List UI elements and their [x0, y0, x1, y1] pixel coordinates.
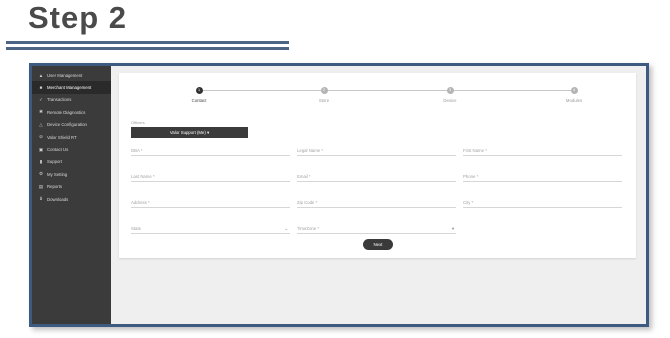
sidebar-item-label: My Setting [47, 171, 68, 177]
sidebar-item-remote-diagnostics[interactable]: ✱ Remote Diagnostics [32, 106, 111, 118]
sidebar-item-reports[interactable]: ▤ Reports [32, 181, 111, 193]
title-underline-top [6, 41, 289, 44]
step-label: Modules [565, 98, 583, 103]
last-name-field[interactable]: Last Name * [131, 173, 290, 182]
step-number: 4 [570, 87, 578, 94]
city-field[interactable]: City * [463, 199, 622, 208]
stepper: 1 Contact 2 Store 3 Device 4 Modules [119, 87, 636, 111]
sidebar: ▲ User Management ■ Merchant Management … [32, 66, 111, 324]
sidebar-item-label: Transactions [47, 97, 72, 103]
step-label: Contact [191, 98, 207, 103]
download-icon: ⬇ [39, 196, 43, 202]
chevron-down-icon: ⌄ [284, 226, 288, 231]
zip-code-field[interactable]: Zip Code * [297, 199, 456, 208]
legal-name-placeholder: Legal Name * [297, 148, 324, 153]
device-icon: △ [39, 121, 43, 127]
merchant-form-card: 1 Contact 2 Store 3 Device 4 Modules Off… [119, 73, 636, 258]
step-label: Device [443, 98, 457, 103]
sidebar-item-contact-us[interactable]: ▣ Contact Us [32, 143, 111, 155]
main-content: 1 Contact 2 Store 3 Device 4 Modules Off… [111, 66, 646, 324]
phone-field[interactable]: Phone * [463, 173, 622, 182]
title-underline-bottom [6, 47, 289, 50]
step-number: 2 [320, 87, 328, 94]
step-contact[interactable]: 1 Contact [169, 87, 229, 103]
support-icon: ▮ [39, 158, 43, 164]
step-modules[interactable]: 4 Modules [544, 87, 604, 103]
slide-title: Step 2 [28, 0, 128, 35]
sidebar-item-label: Merchant Management [47, 85, 92, 91]
merchant-icon: ■ [39, 85, 43, 91]
timezone-select[interactable]: TimeZone * ▾ [297, 225, 456, 234]
sidebar-item-support[interactable]: ▮ Support [32, 156, 111, 168]
next-button[interactable]: Next [363, 239, 393, 250]
last-name-placeholder: Last Name * [131, 174, 155, 179]
caret-down-icon: ▾ [451, 226, 454, 231]
step-device[interactable]: 3 Device [420, 87, 480, 103]
sidebar-item-merchant-management[interactable]: ■ Merchant Management [32, 81, 111, 94]
dba-placeholder: DBA * [131, 148, 143, 153]
step-store[interactable]: 2 Store [294, 87, 354, 103]
address-field[interactable]: Address * [131, 199, 290, 208]
sidebar-item-transactions[interactable]: ✓ Transactions [32, 94, 111, 106]
sidebar-item-label: Support [47, 159, 63, 165]
phone-placeholder: Phone * [463, 174, 479, 179]
officers-label: Officers [131, 120, 145, 125]
zip-code-placeholder: Zip Code * [297, 200, 318, 205]
sidebar-item-label: User Management [47, 72, 83, 78]
sidebar-item-label: Device Configuration [47, 122, 87, 128]
sidebar-item-device-configuration[interactable]: △ Device Configuration [32, 119, 111, 131]
first-name-placeholder: First Name * [463, 148, 487, 153]
email-placeholder: Email * [297, 174, 311, 179]
contact-icon: ▣ [38, 146, 44, 152]
reports-icon: ▤ [38, 183, 44, 189]
sidebar-item-downloads[interactable]: ⬇ Downloads [32, 193, 111, 205]
step-number: 1 [195, 87, 203, 94]
diagnostics-icon: ✱ [39, 109, 43, 115]
state-select[interactable]: State ⌄ [131, 225, 290, 234]
settings-icon: ⚙ [38, 171, 44, 177]
app-window: ▲ User Management ■ Merchant Management … [32, 66, 646, 324]
sidebar-item-my-setting[interactable]: ⚙ My Setting [32, 168, 111, 180]
officers-select[interactable]: Valor Support (Me) ▾ [131, 127, 248, 138]
city-placeholder: City * [463, 200, 474, 205]
dba-field[interactable]: DBA * [131, 147, 290, 156]
screenshot-frame: ▲ User Management ■ Merchant Management … [29, 63, 649, 327]
sidebar-item-label: Downloads [47, 196, 69, 202]
email-field[interactable]: Email * [297, 173, 456, 182]
check-icon: ✓ [39, 96, 43, 102]
legal-name-field[interactable]: Legal Name * [297, 147, 456, 156]
sidebar-item-user-management[interactable]: ▲ User Management [32, 69, 111, 81]
address-placeholder: Address * [131, 200, 150, 205]
sidebar-item-label: Contact Us [47, 147, 69, 153]
sidebar-item-label: Remote Diagnostics [47, 109, 86, 115]
shield-icon: ⊘ [39, 134, 43, 140]
users-icon: ▲ [38, 72, 44, 78]
step-number: 3 [446, 87, 454, 94]
state-placeholder: State [131, 226, 142, 231]
first-name-field[interactable]: First Name * [463, 147, 622, 156]
stepper-line [199, 90, 574, 91]
sidebar-item-valor-shield-rt[interactable]: ⊘ Valor Shield RT [32, 131, 111, 143]
step-label: Store [318, 98, 330, 103]
sidebar-item-label: Valor Shield RT [47, 134, 77, 140]
sidebar-item-label: Reports [47, 184, 63, 190]
timezone-placeholder: TimeZone * [297, 226, 320, 231]
